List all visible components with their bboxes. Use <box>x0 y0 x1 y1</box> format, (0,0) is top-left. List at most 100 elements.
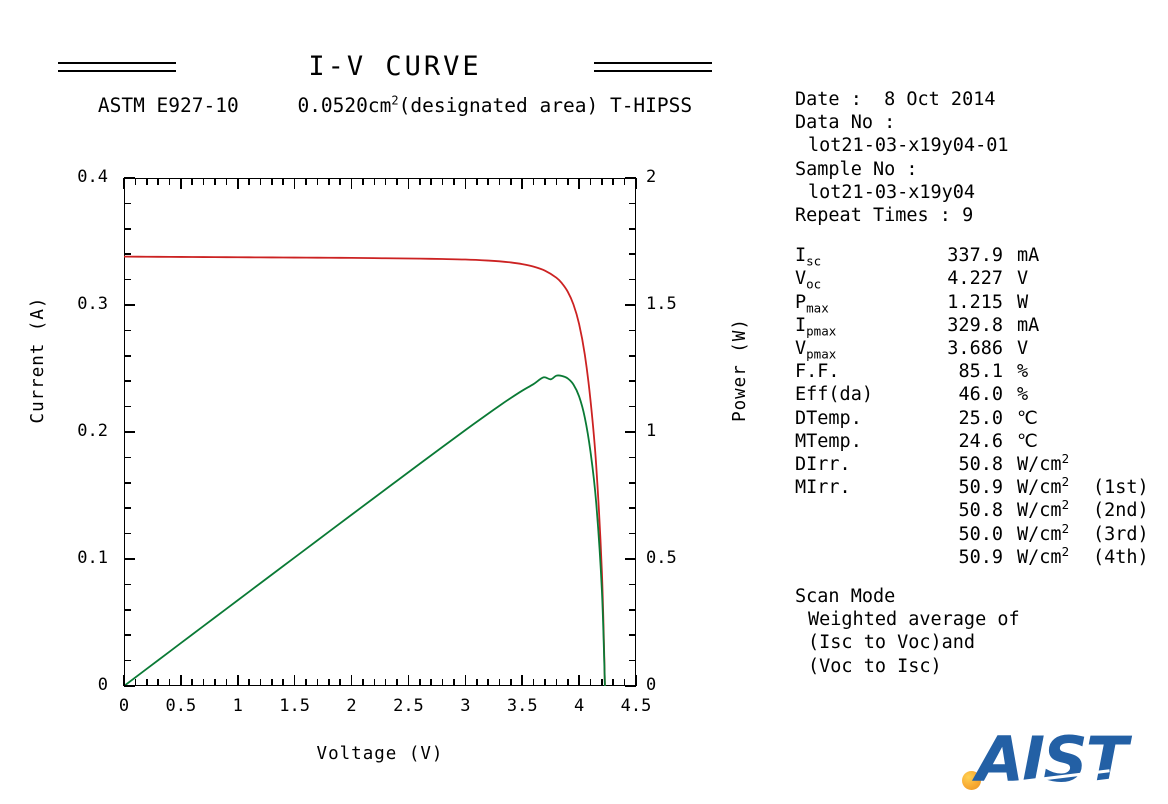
x-tick-top-minor <box>566 178 569 185</box>
y2-tick-minor <box>629 202 636 205</box>
parameter-label: DTemp. <box>795 407 862 429</box>
parameter-label: Eff(da) <box>795 384 873 406</box>
x-tick-major <box>350 675 353 686</box>
x-tick-major <box>407 675 410 686</box>
x-tick-top-minor <box>396 178 398 185</box>
y2-tick-minor <box>629 278 636 281</box>
y2-tick-label: 1.5 <box>646 294 677 314</box>
x-tick-top-minor <box>168 178 171 185</box>
metadata-line: Date : 8 Oct 2014 <box>795 89 996 110</box>
x-tick-minor <box>396 679 398 686</box>
current-curve <box>124 255 606 686</box>
x-tick-top-minor <box>419 178 421 185</box>
x-tick-top-minor <box>532 178 535 185</box>
y2-tick-label: 2 <box>646 167 657 187</box>
y2-tick-label: 0 <box>646 675 657 695</box>
x-tick-major <box>635 675 637 686</box>
y-tick-minor <box>124 507 131 509</box>
parameter-label: Vpmax <box>795 338 837 362</box>
y-axis-title: Current (A) <box>28 296 48 424</box>
x-tick-minor <box>555 679 558 686</box>
y2-tick-minor <box>629 329 636 332</box>
x-tick-top-minor <box>271 178 273 185</box>
x-tick-top-minor <box>441 178 444 185</box>
y2-tick-minor <box>629 253 636 255</box>
parameter-unit: ℃ <box>1017 407 1038 429</box>
metadata-line: Sample No : <box>795 158 918 180</box>
x-tick-top-minor <box>259 178 262 185</box>
y-tick-label: 0.2 <box>77 421 108 441</box>
x-tick-top-major <box>350 178 353 189</box>
x-tick-top-major <box>635 178 637 189</box>
x-tick-major <box>123 675 125 686</box>
x-tick-top-minor <box>305 178 307 185</box>
iv-curve-report: I-V CURVE ASTM E927-10 0.0520cm2(designa… <box>0 0 1168 804</box>
x-tick-minor <box>544 679 546 686</box>
x-tick-minor <box>259 679 262 686</box>
x-tick-minor <box>282 679 285 686</box>
parameter-value: 24.6 <box>958 430 1003 452</box>
x-tick-top-minor <box>362 178 364 185</box>
scan-mode-line: (Isc to Voc)and <box>808 632 976 654</box>
x-tick-top-major <box>521 178 524 189</box>
parameter-unit-exponent: 2 <box>1061 450 1070 466</box>
y-tick-minor <box>124 532 131 535</box>
parameter-unit: W/cm2 <box>1017 543 1070 568</box>
x-tick-minor <box>271 679 273 686</box>
y2-tick-minor <box>629 609 636 611</box>
x-tick-label: 4.5 <box>620 696 652 716</box>
y-tick-minor <box>124 659 131 662</box>
parameter-unit: W/cm2 <box>1017 497 1070 522</box>
x-tick-top-minor <box>373 178 376 185</box>
x-tick-minor <box>202 679 205 686</box>
parameter-value: 50.9 <box>958 477 1003 499</box>
metadata-line: lot21-03-x19y04 <box>808 181 976 203</box>
x-tick-top-major <box>123 178 125 189</box>
x-tick-minor <box>532 679 535 686</box>
x-tick-minor <box>168 679 171 686</box>
x-tick-top-minor <box>475 178 478 185</box>
parameter-value: 50.9 <box>958 546 1003 568</box>
parameter-unit: % <box>1017 361 1029 383</box>
x-axis-title: Voltage (V) <box>316 744 444 764</box>
x-tick-top-minor <box>612 178 615 185</box>
x-tick-minor <box>134 679 137 686</box>
parameter-value: 50.8 <box>958 500 1003 522</box>
x-tick-top-minor <box>544 178 546 185</box>
x-tick-minor <box>498 679 501 686</box>
x-tick-minor <box>487 679 489 686</box>
x-tick-top-minor <box>328 178 330 185</box>
x-tick-minor <box>373 679 376 686</box>
y-tick-minor <box>124 482 131 484</box>
parameter-value: 25.0 <box>958 407 1003 429</box>
parameter-value: 337.9 <box>947 245 1003 267</box>
parameter-value: 4.227 <box>947 268 1003 290</box>
parameter-unit: V <box>1017 268 1029 290</box>
scan-mode-line: (Voc to Isc) <box>808 655 942 677</box>
y-tick-minor <box>124 278 131 281</box>
parameter-unit-exponent: 2 <box>1061 520 1070 536</box>
parameter-label: Pmax <box>795 291 829 316</box>
parameter-unit: V <box>1017 338 1029 360</box>
aist-logo: AIST <box>958 729 1163 804</box>
x-tick-minor <box>623 679 626 686</box>
parameter-row: 50.9 W/cm2 (4th) <box>795 543 1168 569</box>
y2-tick-minor <box>629 405 636 408</box>
parameter-block: Isc 337.9 mA Voc 4.227 V Pmax 1.215 W Ipmax 329.8 m… <box>795 244 1168 569</box>
y-tick-minor <box>124 228 131 230</box>
parameter-unit: mA <box>1017 245 1040 267</box>
scan-mode-line: Weighted average of <box>808 609 1020 631</box>
metadata-block: Date : 8 Oct 2014 Data No : lot21-03-x19y0… <box>795 88 1168 227</box>
y2-tick-minor <box>629 482 636 484</box>
x-tick-minor <box>225 679 228 686</box>
parameter-note: (2nd) <box>1093 500 1149 522</box>
y2-axis-title: Power (W) <box>730 318 750 422</box>
parameter-label: DIrr. <box>795 454 851 476</box>
curve-canvas <box>124 255 606 686</box>
chart-area: 0 0.1 0.2 0.3 0.4 0 0.5 1 1.5 2 0 0.5 1 1.5 2 2.5 3 3.5 4 4… <box>0 0 790 802</box>
y-tick-minor <box>124 609 131 611</box>
x-tick-top-minor <box>589 178 592 185</box>
y2-tick-minor <box>629 659 636 662</box>
parameter-unit: W/cm2 <box>1017 474 1070 499</box>
parameter-value: 1.215 <box>947 291 1003 313</box>
